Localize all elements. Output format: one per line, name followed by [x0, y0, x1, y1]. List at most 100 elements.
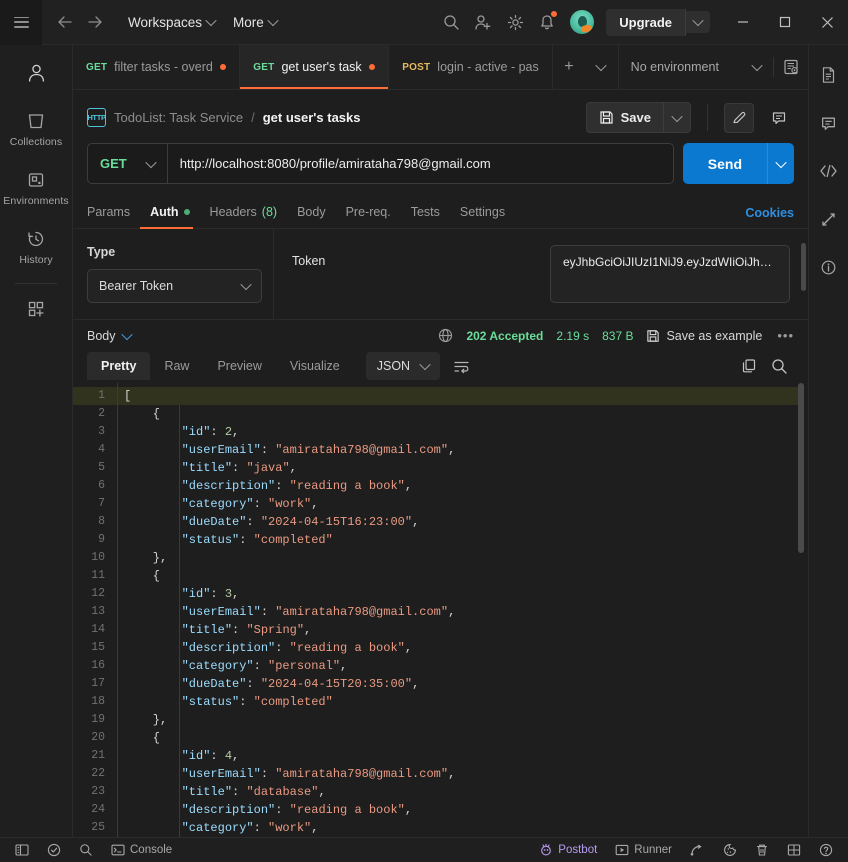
environment-selector[interactable]: No environment [619, 45, 773, 89]
code-line[interactable]: [ [118, 387, 798, 405]
save-as-example-button[interactable]: Save as example [646, 329, 762, 343]
code-line[interactable]: "category": "work", [118, 495, 808, 513]
layout-button[interactable] [780, 841, 808, 859]
sidebar-item-environments[interactable]: Environments [0, 159, 72, 218]
new-tab-button[interactable]: + [553, 45, 586, 89]
method-selector[interactable]: GET [88, 144, 168, 183]
invite-button[interactable] [468, 7, 498, 37]
breadcrumb-collection[interactable]: TodoList: Task Service [114, 110, 243, 125]
hamburger-button[interactable] [0, 0, 42, 45]
auth-type-select[interactable]: Bearer Token [87, 269, 262, 303]
search-button[interactable] [436, 7, 466, 37]
tab-pretty[interactable]: Pretty [87, 352, 151, 380]
code-line[interactable]: "title": "Spring", [118, 621, 808, 639]
send-button[interactable]: Send [682, 143, 767, 184]
request-tab[interactable]: POST login - active - pass [389, 45, 553, 89]
info-button[interactable] [815, 255, 843, 279]
cookies-link[interactable]: Cookies [745, 198, 794, 228]
code-line[interactable]: "status": "completed" [118, 693, 808, 711]
find-button[interactable] [72, 841, 100, 859]
code-line[interactable]: "userEmail": "amirataha798@gmail.com", [118, 765, 808, 783]
sidebar-toggle-button[interactable] [8, 841, 36, 859]
arrow-left-icon[interactable] [52, 9, 78, 35]
upgrade-button[interactable]: Upgrade [606, 8, 686, 36]
word-wrap-button[interactable] [446, 352, 476, 380]
url-input[interactable]: http://localhost:8080/profile/amirataha7… [168, 144, 673, 183]
tab-raw[interactable]: Raw [150, 352, 203, 380]
save-button[interactable]: Save [585, 102, 663, 133]
code-line[interactable]: "dueDate": "2024-04-15T20:35:00", [118, 675, 808, 693]
tab-tests[interactable]: Tests [401, 197, 450, 228]
code-line[interactable]: "title": "database", [118, 783, 808, 801]
code-line[interactable]: "id": 2, [118, 423, 808, 441]
help-button[interactable] [812, 841, 840, 859]
code-line[interactable]: { [118, 567, 808, 585]
code-line[interactable]: "userEmail": "amirataha798@gmail.com", [118, 441, 808, 459]
response-body-viewer[interactable]: 1 2 3 4 5 6 7 8 9 10 11 12 13 14 15 16 17 18 19 20 21 22 23 24 2… [73, 383, 808, 837]
code-line[interactable]: "description": "reading a book", [118, 801, 808, 819]
sidebar-new-button[interactable] [0, 288, 72, 330]
request-tab[interactable]: GET filter tasks - overdu [73, 45, 241, 89]
workspaces-menu[interactable]: Workspaces [120, 10, 223, 35]
token-input[interactable]: eyJhbGciOiJIUzI1NiJ9.eyJzdWIiOiJh… [550, 245, 790, 303]
code-line[interactable]: { [118, 405, 808, 423]
tab-visualize[interactable]: Visualize [276, 352, 354, 380]
code-line[interactable]: "category": "work", [118, 819, 808, 837]
search-response-button[interactable] [764, 351, 794, 381]
code-line[interactable]: { [118, 729, 808, 747]
sync-changes-button[interactable] [815, 207, 843, 231]
comments-button[interactable] [815, 111, 843, 135]
capture-requests-button[interactable] [683, 841, 712, 859]
notifications-button[interactable] [532, 7, 562, 37]
save-options-button[interactable] [663, 102, 691, 133]
response-scrollbar[interactable] [798, 383, 804, 553]
sidebar-item-collections[interactable]: Collections [0, 100, 72, 159]
tab-preview[interactable]: Preview [203, 352, 275, 380]
arrow-right-icon[interactable] [82, 9, 108, 35]
send-options-button[interactable] [767, 143, 794, 184]
maximize-button[interactable] [764, 0, 806, 45]
sidebar-profile-button[interactable] [0, 53, 72, 100]
code-line[interactable]: "category": "personal", [118, 657, 808, 675]
code-line[interactable]: "userEmail": "amirataha798@gmail.com", [118, 603, 808, 621]
code-line[interactable]: "id": 3, [118, 585, 808, 603]
console-button[interactable]: Console [104, 841, 179, 859]
code-line[interactable]: "title": "java", [118, 459, 808, 477]
trash-button[interactable] [748, 841, 776, 859]
avatar[interactable] [570, 10, 595, 34]
format-selector[interactable]: JSON [365, 352, 441, 380]
tab-params[interactable]: Params [87, 197, 140, 228]
copy-response-button[interactable] [734, 351, 764, 381]
code-line[interactable]: "status": "completed" [118, 531, 808, 549]
cookies-button[interactable] [716, 841, 744, 859]
code-line[interactable]: "dueDate": "2024-04-15T16:23:00", [118, 513, 808, 531]
documentation-button[interactable] [815, 63, 843, 87]
code-line[interactable]: "id": 4, [118, 747, 808, 765]
tab-settings[interactable]: Settings [450, 197, 515, 228]
auth-scrollbar[interactable] [801, 243, 806, 291]
edit-button[interactable] [724, 102, 754, 133]
close-button[interactable] [806, 0, 848, 45]
request-tab-active[interactable]: GET get user's tasks [240, 45, 390, 89]
status-check-button[interactable] [40, 841, 68, 859]
tab-headers[interactable]: Headers (8) [200, 197, 288, 228]
code-snippet-button[interactable] [815, 159, 843, 183]
json-code[interactable]: [ { "id": 2, "userEmail": "amirataha798@… [117, 383, 808, 837]
comment-button[interactable] [764, 103, 794, 133]
runner-button[interactable]: Runner [608, 841, 679, 859]
postbot-button[interactable]: Postbot [532, 841, 604, 859]
minimize-button[interactable] [722, 0, 764, 45]
upgrade-caret-button[interactable] [686, 11, 710, 33]
code-line[interactable]: }, [118, 549, 808, 567]
response-more-button[interactable]: ••• [775, 328, 794, 343]
sidebar-item-history[interactable]: History [0, 218, 72, 277]
settings-button[interactable] [500, 7, 530, 37]
tab-list-button[interactable] [585, 45, 618, 89]
environment-quick-look-button[interactable] [774, 45, 808, 89]
code-line[interactable]: "description": "reading a book", [118, 477, 808, 495]
tab-prerequest[interactable]: Pre-req. [336, 197, 401, 228]
tab-body[interactable]: Body [287, 197, 336, 228]
more-menu[interactable]: More [225, 10, 285, 35]
code-line[interactable]: }, [118, 711, 808, 729]
tab-auth[interactable]: Auth [140, 197, 199, 229]
